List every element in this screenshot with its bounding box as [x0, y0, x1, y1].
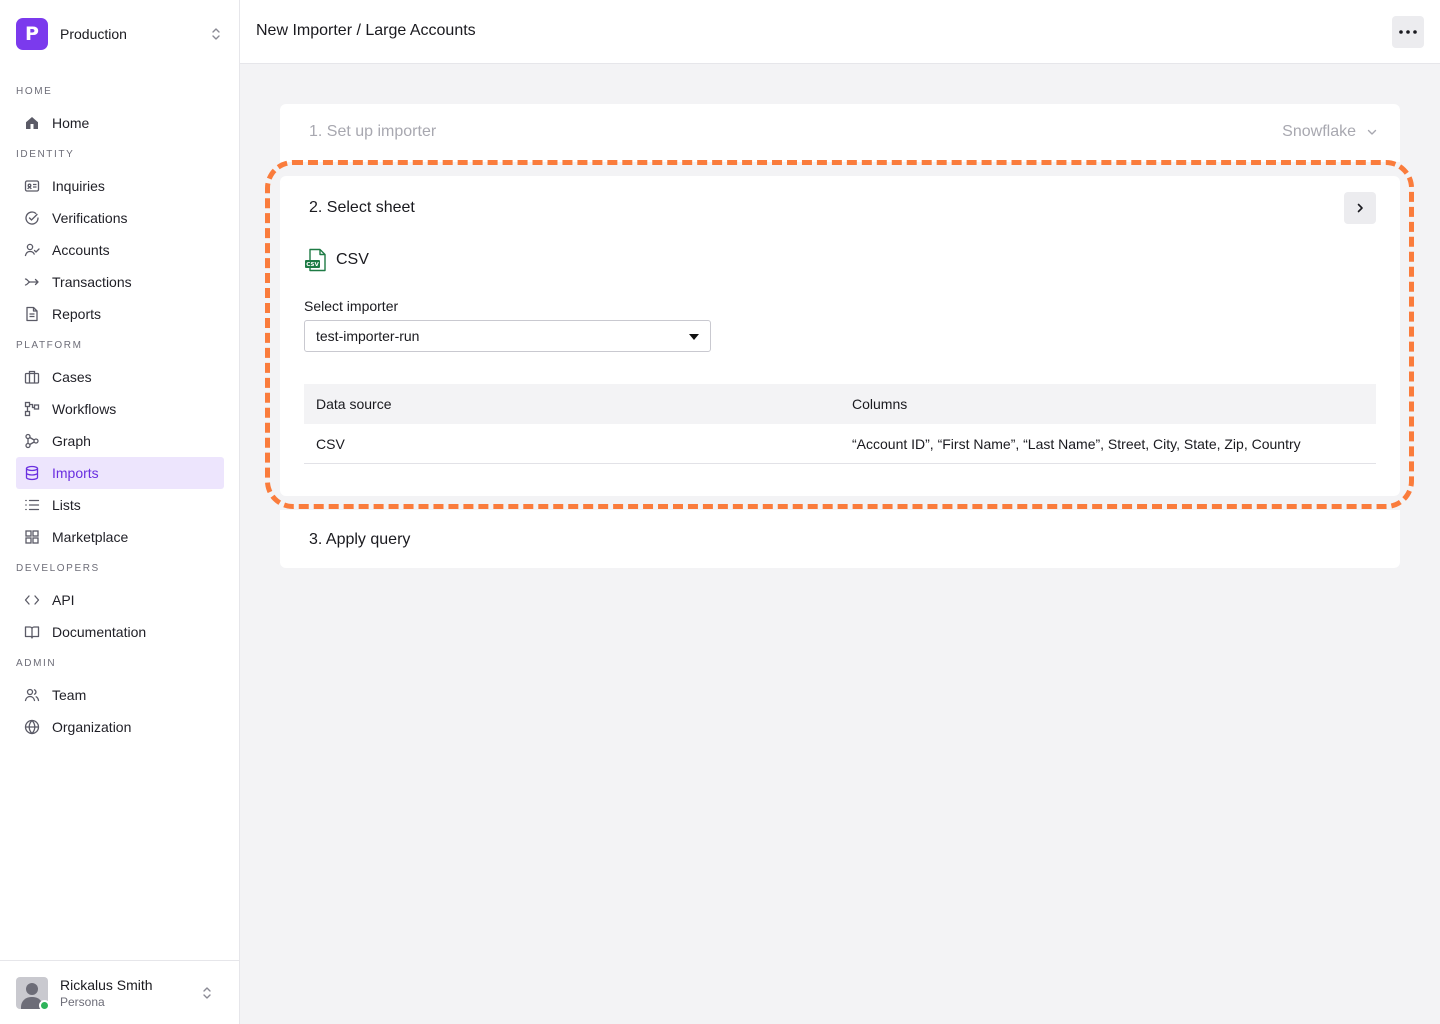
sidebar-item-label: Cases [52, 369, 92, 385]
workspace-name: Production [60, 26, 127, 42]
chevron-up-down-icon [212, 28, 220, 40]
cell-columns: “Account ID”, “First Name”, “Last Name”,… [852, 435, 1301, 452]
step-select-sheet: 2. Select sheet CSV CSV Select importer … [280, 176, 1400, 496]
sidebar-item-inquiries[interactable]: Inquiries [16, 170, 224, 202]
transactions-icon [24, 274, 40, 290]
step-title: 3. Apply query [309, 531, 411, 548]
source-summary: Snowflake [1282, 123, 1378, 141]
sidebar-item-label: Transactions [52, 274, 132, 290]
section-label-admin: ADMIN [16, 658, 57, 669]
globe-icon [24, 719, 40, 735]
sidebar-item-imports[interactable]: Imports [16, 457, 224, 489]
sidebar-item-label: Reports [52, 306, 102, 322]
sidebar-item-transactions[interactable]: Transactions [16, 266, 224, 298]
sidebar-item-team[interactable]: Team [16, 679, 224, 711]
step-title: 1. Set up importer [309, 123, 437, 140]
step-title: 2. Select sheet [309, 199, 415, 216]
online-status-dot [39, 1000, 50, 1011]
list-icon [24, 497, 40, 513]
users-icon [24, 687, 40, 703]
sidebar-item-label: Organization [52, 719, 132, 735]
document-icon [24, 306, 40, 322]
sidebar-item-label: Lists [52, 497, 81, 513]
check-circle-icon [24, 210, 40, 226]
section-label-identity: IDENTITY [16, 149, 75, 160]
sidebar-item-label: Verifications [52, 210, 128, 226]
caret-down-icon [689, 334, 699, 340]
grid-icon [24, 529, 40, 545]
workspace-switcher[interactable]: P Production [16, 18, 224, 50]
svg-text:CSV: CSV [306, 262, 319, 268]
step-setup-importer[interactable]: 1. Set up importer Snowflake [280, 104, 1400, 162]
sidebar-item-label: API [52, 592, 75, 608]
breadcrumb: New Importer / Large Accounts [256, 22, 476, 39]
id-card-icon [24, 178, 40, 194]
database-icon [24, 465, 40, 481]
section-label-platform: PLATFORM [16, 340, 83, 351]
sidebar-item-label: Team [52, 687, 87, 703]
sidebar-item-label: Imports [52, 465, 99, 481]
sidebar-item-label: Documentation [52, 624, 147, 640]
workflow-icon [24, 401, 40, 417]
more-options-button[interactable] [1392, 16, 1424, 48]
sidebar-item-marketplace[interactable]: Marketplace [16, 521, 224, 553]
table-header: Data source Columns [304, 384, 1376, 424]
home-icon [24, 115, 40, 131]
file-type-label: CSV [336, 251, 369, 268]
sidebar-item-workflows[interactable]: Workflows [16, 393, 224, 425]
column-header-columns: Columns [852, 396, 908, 412]
sidebar-item-cases[interactable]: Cases [16, 361, 224, 393]
column-header-data-source: Data source [316, 396, 392, 412]
select-importer-label: Select importer [304, 298, 399, 314]
sidebar-item-organization[interactable]: Organization [16, 711, 224, 743]
data-source-table: Data source Columns CSV “Account ID”, “F… [304, 384, 1376, 464]
sidebar-item-label: Accounts [52, 242, 110, 258]
source-name: Snowflake [1282, 123, 1356, 140]
user-menu[interactable]: Rickalus Smith Persona [0, 960, 239, 1024]
user-name: Rickalus Smith [60, 976, 153, 993]
sidebar-item-accounts[interactable]: Accounts [16, 234, 224, 266]
sidebar-item-label: Inquiries [52, 178, 105, 194]
importer-select[interactable]: test-importer-run [304, 320, 711, 352]
selected-file: CSV CSV [304, 248, 369, 272]
sidebar-item-documentation[interactable]: Documentation [16, 616, 224, 648]
sidebar-item-verifications[interactable]: Verifications [16, 202, 224, 234]
section-label-home: HOME [16, 86, 53, 97]
sidebar-item-home[interactable]: Home [16, 107, 224, 139]
sidebar-item-api[interactable]: API [16, 584, 224, 616]
sidebar-item-label: Marketplace [52, 529, 129, 545]
code-icon [24, 592, 40, 608]
chevron-up-down-icon [203, 986, 211, 999]
step-apply-query[interactable]: 3. Apply query [280, 510, 1400, 568]
next-step-button[interactable] [1344, 192, 1376, 224]
persona-logo: P [16, 18, 48, 50]
user-org: Persona [60, 994, 105, 1009]
table-row: CSV “Account ID”, “First Name”, “Last Na… [304, 424, 1376, 464]
sidebar-item-graph[interactable]: Graph [16, 425, 224, 457]
sidebar-item-label: Home [52, 115, 90, 131]
sidebar: P Production HOME Home IDENTITY Inquirie… [0, 0, 240, 1024]
cell-data-source: CSV [316, 435, 345, 452]
briefcase-icon [24, 369, 40, 385]
sidebar-item-reports[interactable]: Reports [16, 298, 224, 330]
csv-file-icon: CSV [305, 248, 326, 272]
chevron-down-icon [1367, 129, 1377, 135]
ellipsis-icon [1399, 30, 1417, 34]
sidebar-item-label: Graph [52, 433, 91, 449]
chevron-right-icon [1357, 203, 1363, 213]
sidebar-item-lists[interactable]: Lists [16, 489, 224, 521]
graph-icon [24, 433, 40, 449]
book-icon [24, 624, 40, 640]
sidebar-item-label: Workflows [52, 401, 117, 417]
page-header: New Importer / Large Accounts [240, 0, 1440, 64]
user-check-icon [24, 242, 40, 258]
section-label-developers: DEVELOPERS [16, 563, 100, 574]
importer-select-value: test-importer-run [316, 328, 420, 344]
